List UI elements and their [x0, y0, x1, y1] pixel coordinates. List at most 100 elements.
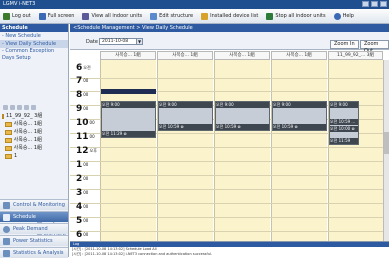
column-header: 사목승... 1組	[214, 51, 270, 60]
refresh-icon[interactable]	[31, 105, 36, 110]
delete-icon[interactable]	[24, 105, 29, 110]
date-picker[interactable]: 2011-10-08 ▼	[99, 38, 143, 45]
schedule-column[interactable]	[271, 51, 327, 241]
nav-peak-demand[interactable]: Peak Demand	[0, 223, 68, 234]
selected-time-slot[interactable]	[101, 89, 156, 94]
hour-line	[70, 161, 389, 162]
nav-control-monitoring[interactable]: Control & Monitoring	[0, 199, 68, 210]
exception-days-link[interactable]: - Common Exception Days Setup	[0, 48, 68, 63]
hour-line	[70, 189, 389, 190]
column-header: 사목승... 1組	[157, 51, 213, 60]
hour-line	[70, 175, 389, 176]
column-header: 사목승... 1組	[100, 51, 156, 60]
schedule-column[interactable]	[214, 51, 270, 241]
schedule-event[interactable]: 오전 9:00 오전 10:59 ⊗	[272, 101, 327, 131]
window-titlebar: LGMV i-NET3	[0, 0, 389, 9]
hour-line	[70, 231, 389, 232]
collapse-icon[interactable]	[10, 105, 15, 110]
maximize-button[interactable]	[371, 1, 378, 7]
date-bar: Date 2011-10-08▼ Zoom In Zoom Out	[70, 32, 389, 54]
hour-label: 1100	[76, 132, 95, 142]
tree-item[interactable]: 사목승... 1組	[2, 136, 42, 144]
schedule-event[interactable]: 오전 9:00 오전 11:29 ⊗	[101, 101, 156, 138]
indoor-units-icon	[82, 12, 90, 20]
help-button[interactable]: Help	[333, 12, 354, 20]
nav-power-statistics[interactable]: Power Statistics	[0, 235, 68, 246]
edit-structure-button[interactable]: Edit structure	[150, 12, 193, 20]
close-button[interactable]	[380, 1, 387, 7]
peak-demand-icon	[3, 226, 10, 233]
tree-item[interactable]: 사목승... 1組	[2, 120, 42, 128]
hour-line	[70, 147, 389, 148]
hour-label: 100	[76, 160, 89, 170]
stop-all-indoor-units-button[interactable]: Stop all indoor units	[266, 12, 326, 20]
hour-label: 1000	[76, 118, 95, 128]
view-daily-schedule-link[interactable]: - View Daily Schedule	[0, 40, 68, 48]
vertical-scrollbar[interactable]	[383, 60, 389, 241]
fullscreen-icon	[38, 12, 46, 20]
hour-label: 6오전	[76, 63, 91, 73]
schedule-event[interactable]: 오전 9:00 오전 10:59 ... 오전 10:00 ⊗ 오전 11:59	[329, 101, 359, 145]
schedule-column[interactable]	[328, 51, 383, 241]
add-icon[interactable]	[17, 105, 22, 110]
zoom-in-button[interactable]: Zoom In	[330, 40, 359, 49]
log-line: [시간] : [2011-10-08 14:13:02] i-NET3 conn…	[72, 251, 213, 256]
new-schedule-link[interactable]: - New Schedule	[0, 32, 68, 40]
hour-label: 700	[76, 76, 89, 86]
zoom-out-button[interactable]: Zoom Out	[360, 40, 389, 54]
hour-line	[70, 78, 389, 79]
hour-label: 200	[76, 174, 89, 184]
edit-structure-icon	[150, 12, 158, 20]
column-header: 11_99_92_... 3組	[328, 51, 383, 60]
fullscreen-button[interactable]: Full screen	[38, 12, 74, 20]
column-header: 사목승... 1組	[271, 51, 327, 60]
left-sidebar: Schedule - New Schedule - View Daily Sch…	[0, 24, 69, 258]
folder-icon	[5, 121, 12, 127]
group-tree: 11_99_92_ 3組 사목승... 1組 사목승... 1組 사목승... …	[2, 112, 42, 160]
scrollbar-thumb[interactable]	[384, 132, 389, 154]
view-all-indoor-units-button[interactable]: View all indoor units	[82, 12, 142, 20]
breadcrumb: <Schedule Management > View Daily Schedu…	[70, 24, 389, 32]
statistics-icon	[3, 250, 10, 257]
folder-icon	[5, 153, 12, 159]
tree-item[interactable]: 사목승... 1組	[2, 128, 42, 136]
chevron-down-icon[interactable]: ▼	[136, 39, 142, 44]
window-title: LGMV i-NET3	[3, 1, 36, 7]
stop-icon	[266, 12, 274, 20]
main-toolbar: Log out Full screen View all indoor unit…	[0, 9, 389, 24]
control-monitoring-icon	[3, 202, 10, 209]
logout-button[interactable]: Log out	[3, 12, 31, 20]
sidebar-header: Schedule	[0, 24, 68, 32]
schedule-event[interactable]: 오전 9:00 오전 10:59 ⊗	[158, 101, 213, 131]
logout-icon	[3, 12, 10, 20]
minimize-button[interactable]	[362, 1, 369, 7]
nav-statistics-analysis[interactable]: Statistics & Analysis	[0, 247, 68, 258]
log-panel: Log [시간] : [2011-10-08 14:13:02] Schedul…	[70, 241, 389, 257]
folder-icon	[2, 113, 4, 119]
installed-device-list-button[interactable]: Installed device list	[201, 12, 258, 20]
hour-label: 900	[76, 104, 89, 114]
window-controls	[362, 1, 387, 7]
power-statistics-icon	[3, 238, 10, 245]
tree-item[interactable]: 사목승... 1組	[2, 144, 42, 152]
folder-icon	[5, 137, 12, 143]
help-icon	[333, 12, 341, 20]
hour-label: 600	[76, 230, 89, 240]
hour-line	[70, 217, 389, 218]
tree-item[interactable]: 1	[2, 152, 42, 160]
hour-label: 12오후	[76, 146, 97, 156]
schedule-event[interactable]: 오전 9:00 오전 10:59 ⊗	[215, 101, 270, 131]
expand-icon[interactable]	[3, 105, 8, 110]
hour-label: 400	[76, 202, 89, 212]
schedule-icon	[3, 214, 10, 221]
hour-label: 800	[76, 90, 89, 100]
folder-icon	[5, 129, 12, 135]
nav-schedule[interactable]: Schedule	[0, 211, 68, 222]
tree-item[interactable]: 11_99_92_ 3組	[2, 112, 42, 120]
device-list-icon	[201, 12, 209, 20]
schedule-column[interactable]	[157, 51, 213, 241]
hour-label: 500	[76, 216, 89, 226]
hour-line	[70, 203, 389, 204]
schedule-column[interactable]	[100, 51, 156, 241]
hour-label: 300	[76, 188, 89, 198]
